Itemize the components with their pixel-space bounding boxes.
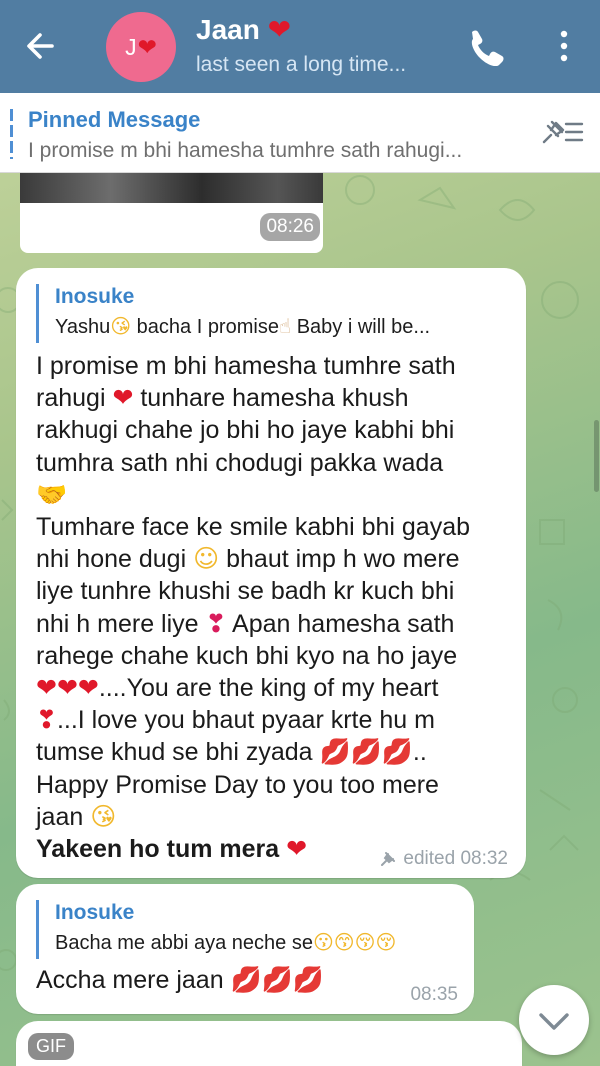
avatar[interactable]: J ❤: [106, 12, 176, 82]
contact-name-text: Jaan: [196, 14, 260, 45]
kiss-emoji-icon: 😘: [90, 801, 117, 831]
reply-text: Yashu😘 bacha I promise☝ Baby i will be..…: [55, 310, 430, 343]
media-image[interactable]: [20, 173, 323, 203]
pinned-title: Pinned Message: [28, 107, 201, 132]
scrollbar[interactable]: [594, 420, 599, 492]
kissing-face-emoji-icon: 😗😙😚😚: [312, 930, 397, 954]
pinned-text: I promise m bhi hamesha tumhre sath rahu…: [28, 139, 463, 162]
handshake-emoji-icon: 🤝: [36, 479, 68, 509]
reply-author: Inosuke: [55, 901, 135, 924]
arrow-back-icon: [27, 33, 54, 59]
two-hearts-emoji-icon: ❣: [205, 609, 227, 638]
relieved-face-emoji-icon: ☺: [193, 544, 220, 574]
message-line: rahege chahe kuch bhi kyo na ho jaye: [36, 641, 458, 670]
message-line: rahugi ❤ tunhare hamesha khush: [36, 384, 409, 413]
message-line: tumse khud se bhi zyada 💋💋💋..: [36, 738, 427, 767]
kiss-mark-emoji-icon: 💋💋💋: [319, 738, 413, 767]
message-line: jaan 😘: [36, 801, 117, 831]
kiss-mark-emoji-icon: 💋💋💋: [230, 966, 324, 994]
heart-icon: ❤: [137, 33, 157, 60]
message-line: liye tunhre khushi se badh kr kuch bhi: [36, 577, 455, 606]
reply-preview[interactable]: Inosuke Yashu😘 bacha I promise☝ Baby i w…: [36, 284, 430, 343]
message-meta: 08:35: [410, 984, 458, 1006]
message-line: rakhugi chahe jo bhi ho jaye kabhi bhi: [36, 416, 455, 445]
message-line: nhi h mere liye ❣ Apan hamesha sath: [36, 609, 455, 638]
heart-icon: ❤: [267, 14, 292, 45]
message-bubble[interactable]: Inosuke Bacha me abbi aya neche se😗😙😚😚 A…: [16, 884, 474, 1014]
reply-preview[interactable]: Inosuke Bacha me abbi aya neche se😗😙😚😚: [36, 900, 396, 959]
contact-name[interactable]: Jaan ❤: [196, 13, 291, 46]
heart-emoji-icon: ❤: [286, 835, 308, 864]
message-line: ❣...I love you bhaut pyaar krte hu m: [36, 706, 435, 735]
message-text: Accha mere jaan 💋💋💋: [36, 966, 324, 994]
avatar-initial: J: [125, 33, 137, 60]
message-text: I promise m bhi hamesha tumhre sath rahu…: [36, 350, 514, 865]
message-line: nhi hone dugi ☺ bhaut imp h wo mere: [36, 544, 460, 574]
media-message[interactable]: 08:26: [20, 173, 323, 253]
message-time: 08:26: [260, 213, 320, 241]
reply-text-part: Bacha me abbi aya neche se: [55, 932, 313, 954]
back-button[interactable]: [22, 28, 66, 64]
scroll-down-button[interactable]: [519, 985, 589, 1055]
message-time: 08:35: [410, 984, 458, 1005]
heart-emoji-icon: ❤❤❤: [36, 674, 99, 703]
message-line: I promise m bhi hamesha tumhre sath: [36, 352, 456, 380]
reply-text-part: Yashu: [55, 316, 111, 338]
more-options-button[interactable]: [548, 26, 580, 66]
heart-exclamation-emoji-icon: ❣: [36, 706, 57, 735]
pin-icon: [381, 852, 396, 866]
message-line: Happy Promise Day to you too mere: [36, 770, 439, 799]
pin-list-icon: [542, 120, 584, 144]
gif-message[interactable]: GIF: [16, 1021, 522, 1066]
reply-author: Inosuke: [55, 285, 135, 308]
phone-icon: [471, 30, 504, 67]
reply-text: Bacha me abbi aya neche se😗😙😚😚: [55, 926, 396, 959]
message-line: tumhra sath nhi chodugi pakka wada: [36, 448, 444, 477]
message-bubble[interactable]: Inosuke Yashu😘 bacha I promise☝ Baby i w…: [16, 268, 526, 878]
chevron-down-icon: [539, 1013, 569, 1030]
reply-text-part: bacha I promise: [131, 316, 279, 338]
reply-text-part: Baby i will be...: [291, 316, 431, 338]
pinned-list-button[interactable]: [538, 116, 586, 150]
kiss-emoji-icon: 😘: [110, 314, 132, 338]
heart-emoji-icon: ❤: [112, 384, 134, 413]
call-button[interactable]: [462, 26, 506, 67]
message-line: ❤❤❤....You are the king of my heart: [36, 674, 439, 703]
pinned-message-bar[interactable]: Pinned Message I promise m bhi hamesha t…: [0, 93, 600, 173]
more-vertical-icon: [560, 30, 568, 62]
gif-badge: GIF: [28, 1033, 74, 1060]
message-line: Tumhare face ke smile kabhi bhi gayab: [36, 513, 471, 542]
edited-time: edited 08:32: [403, 848, 508, 869]
pinned-indicator: [10, 109, 13, 159]
last-seen-status: last seen a long time...: [196, 53, 407, 76]
chat-header: J ❤ Jaan ❤ last seen a long time...: [0, 0, 600, 93]
message-line: 🤝: [36, 479, 514, 511]
pinky-promise-emoji-icon: ☝: [278, 314, 292, 338]
message-meta: edited 08:32: [379, 848, 508, 870]
